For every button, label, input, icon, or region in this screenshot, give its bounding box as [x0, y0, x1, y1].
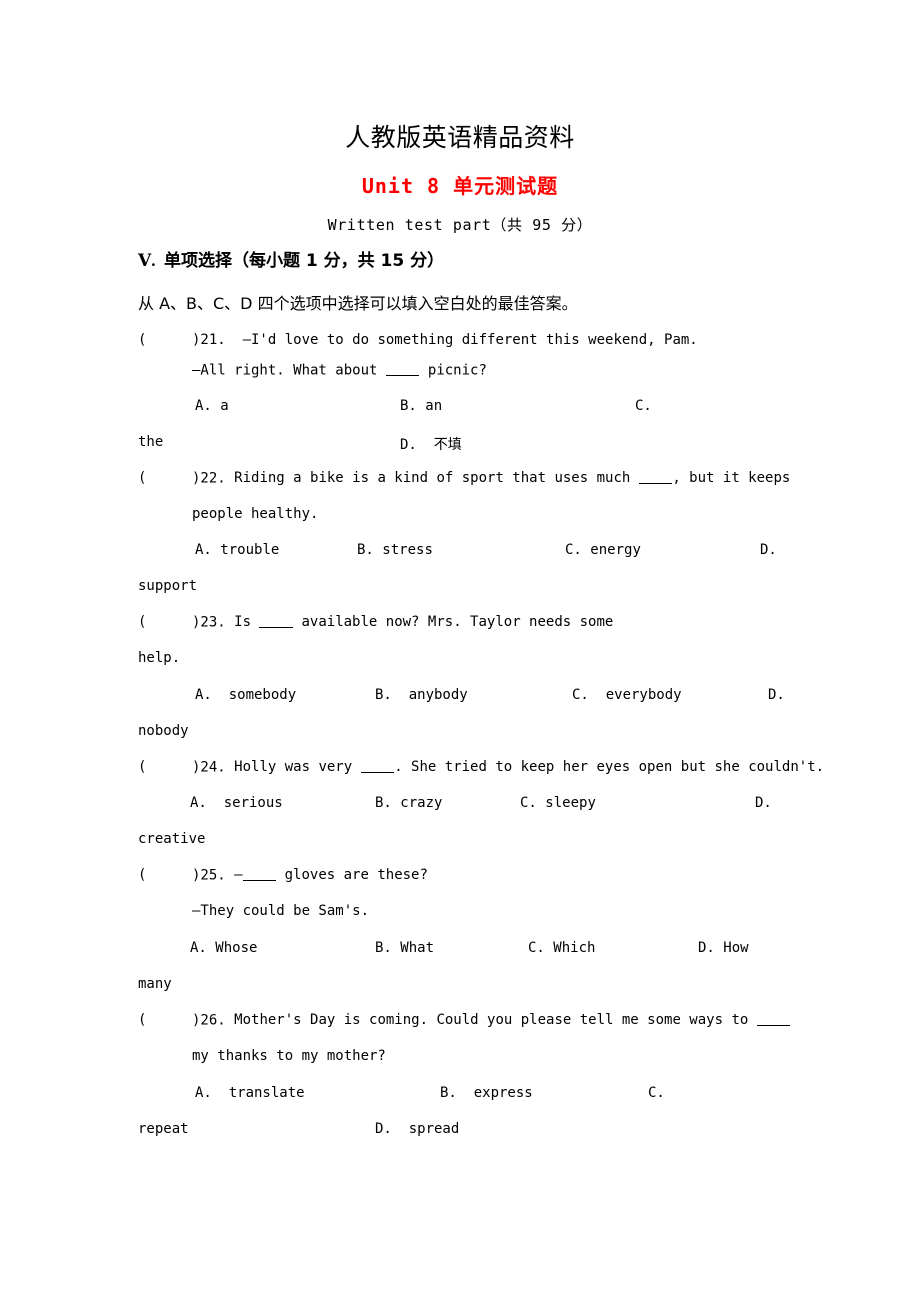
- question-23-line-1: )23. Is available now? Mrs. Taylor needs…: [192, 614, 613, 630]
- fill-in-blank[interactable]: [385, 362, 420, 377]
- question-26-option-d[interactable]: D. spread: [375, 1121, 459, 1137]
- question-23-number: )23.: [192, 614, 226, 631]
- question-24-option-d-label[interactable]: D.: [755, 795, 772, 811]
- question-26-option-c-label[interactable]: C.: [648, 1085, 665, 1101]
- question-26-option-b[interactable]: B. express: [440, 1085, 533, 1101]
- answer-bracket-22[interactable]: (: [138, 470, 146, 486]
- question-24-line-1: )24. Holly was very . She tried to keep …: [192, 759, 824, 775]
- question-24-option-d-text[interactable]: creative: [138, 831, 205, 847]
- question-26-text-1: Mother's Day is coming. Could you please…: [234, 1012, 791, 1028]
- fill-in-blank[interactable]: [638, 470, 673, 485]
- document-page: 人教版英语精品资料 Unit 8 单元测试题 Written test part…: [0, 0, 920, 1302]
- question-21-number: )21.: [192, 332, 226, 348]
- question-24-number: )24.: [192, 759, 226, 776]
- page-title: Unit 8 单元测试题: [361, 174, 559, 198]
- fill-in-blank[interactable]: [259, 614, 294, 629]
- question-23-option-c[interactable]: C. everybody: [572, 687, 682, 703]
- question-22-option-d-text[interactable]: support: [138, 578, 197, 594]
- question-26-line-2: my thanks to my mother?: [192, 1048, 386, 1064]
- question-24-option-a[interactable]: A. serious: [190, 795, 283, 811]
- question-22-option-a[interactable]: A. trouble: [195, 542, 279, 558]
- question-24-text-1: Holly was very . She tried to keep her e…: [234, 759, 825, 776]
- question-25-option-d-cont[interactable]: many: [138, 976, 172, 992]
- question-25-option-c[interactable]: C. Which: [528, 940, 595, 956]
- question-23-text-1: Is available now? Mrs. Taylor needs some: [234, 614, 614, 631]
- question-26-option-c-text[interactable]: repeat: [138, 1121, 189, 1137]
- answer-bracket-23[interactable]: (: [138, 614, 146, 630]
- question-21-option-c-text[interactable]: the: [138, 434, 163, 450]
- question-21-text-1: —I'd love to do something different this…: [242, 332, 698, 348]
- answer-bracket-26[interactable]: (: [138, 1012, 146, 1028]
- question-22-option-c[interactable]: C. energy: [565, 542, 641, 558]
- section-heading: Ⅴ. 单项选择（每小题 1 分，共 15 分）: [138, 246, 444, 271]
- question-21-option-c-label[interactable]: C.: [635, 398, 652, 414]
- question-25-text-1: — gloves are these?: [234, 867, 428, 884]
- section-number: Ⅴ.: [138, 251, 156, 270]
- question-25-option-d[interactable]: D. How: [698, 940, 749, 956]
- question-22-line-1: )22. Riding a bike is a kind of sport th…: [192, 470, 790, 486]
- document-header: 人教版英语精品资料: [345, 123, 575, 152]
- question-26-line-1: )26. Mother's Day is coming. Could you p…: [192, 1012, 791, 1029]
- question-21-option-b[interactable]: B. an: [400, 398, 442, 414]
- question-21-line-2: —All right. What about picnic?: [192, 362, 487, 379]
- question-23-option-d-label[interactable]: D.: [768, 687, 785, 703]
- question-25-line-1: )25. — gloves are these?: [192, 867, 428, 883]
- fill-in-blank[interactable]: [756, 1012, 791, 1027]
- question-23-line-2: help.: [138, 650, 181, 666]
- question-22-number: )22.: [192, 470, 226, 487]
- question-22-line-2: people healthy.: [192, 506, 319, 522]
- question-21-option-a[interactable]: A. a: [195, 398, 229, 414]
- question-22-option-b[interactable]: B. stress: [357, 542, 433, 558]
- answer-bracket-21[interactable]: (: [138, 332, 146, 348]
- answer-bracket-25[interactable]: (: [138, 867, 146, 883]
- question-26-number: )26.: [192, 1012, 226, 1029]
- fill-in-blank[interactable]: [360, 759, 395, 774]
- question-25-number: )25.: [192, 867, 226, 884]
- question-23-option-a[interactable]: A. somebody: [195, 687, 296, 703]
- question-22-option-d-label[interactable]: D.: [760, 542, 777, 558]
- answer-bracket-24[interactable]: (: [138, 759, 146, 775]
- question-24-option-c[interactable]: C. sleepy: [520, 795, 596, 811]
- fill-in-blank[interactable]: [242, 867, 277, 882]
- question-24-option-b[interactable]: B. crazy: [375, 795, 442, 811]
- question-25-option-a[interactable]: A. Whose: [190, 940, 257, 956]
- document-subtitle: Written test part（共 95 分）: [327, 216, 593, 234]
- question-21-line-1: )21. —I'd love to do something different…: [192, 332, 698, 348]
- question-21-option-d[interactable]: D. 不填: [400, 434, 462, 454]
- question-22-text-1: Riding a bike is a kind of sport that us…: [234, 470, 791, 487]
- question-25-option-b[interactable]: B. What: [375, 940, 434, 956]
- question-26-option-a[interactable]: A. translate: [195, 1085, 305, 1101]
- question-23-option-d-text[interactable]: nobody: [138, 723, 189, 739]
- section-instruction: 从 A、B、C、D 四个选项中选择可以填入空白处的最佳答案。: [138, 294, 578, 313]
- question-23-option-b[interactable]: B. anybody: [375, 687, 468, 703]
- section-heading-label: 单项选择（每小题 1 分，共 15 分）: [163, 251, 445, 271]
- question-25-line-2: —They could be Sam's.: [192, 903, 370, 919]
